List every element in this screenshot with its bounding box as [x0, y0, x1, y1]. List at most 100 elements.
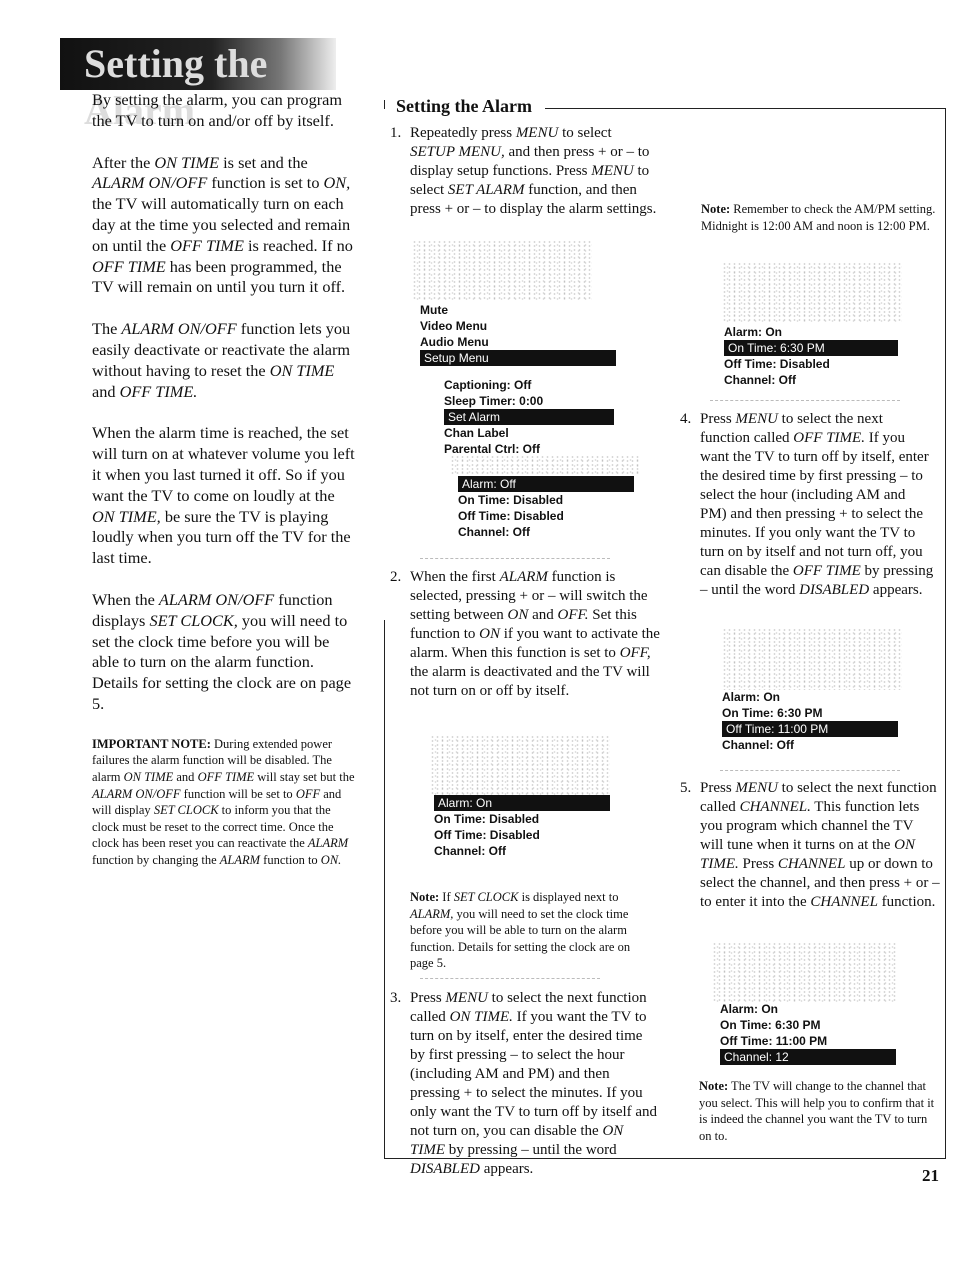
step-text: Press MENU to select the next function c…	[700, 779, 940, 912]
text-segment: Repeatedly press	[410, 125, 516, 141]
text-segment: is set and the	[219, 152, 308, 172]
text-segment: ALARM ON/OFF	[92, 173, 208, 193]
step-text: Repeatedly press MENU to select SETUP ME…	[410, 124, 660, 219]
text-segment: When the	[92, 589, 159, 609]
text-segment: By setting the alarm, you can program th…	[92, 90, 343, 130]
text-segment: ON	[507, 607, 529, 623]
menu-item: On Time: Disabled	[434, 812, 540, 826]
text-segment: ON,	[323, 173, 351, 193]
menu-item-selected: Set Alarm	[444, 409, 614, 425]
menu-item: Captioning: Off	[444, 378, 532, 392]
text-segment: DISABLED	[799, 582, 870, 598]
text-segment: SETUP MENU,	[410, 144, 505, 160]
text-segment: If	[439, 890, 454, 904]
menu-item: Video Menu	[420, 319, 488, 333]
menu-item: Channel: Off	[458, 525, 530, 539]
step-number: 3.	[390, 990, 402, 1006]
text-segment: will stay set but the	[254, 769, 355, 784]
step-number: 1.	[390, 125, 402, 141]
text-segment: MENU	[591, 163, 634, 179]
text-segment: function.	[877, 894, 936, 910]
intro-paragraph: By setting the alarm, you can program th…	[92, 90, 357, 132]
text-segment: and	[528, 607, 558, 623]
text-segment: function to	[260, 852, 321, 867]
text-segment: ALARM	[499, 569, 548, 585]
text-segment: When the first	[410, 569, 500, 585]
menu-item: Alarm: On	[720, 1002, 779, 1016]
step-5: 5. Press MENU to select the next function…	[680, 779, 940, 912]
text-segment: OFF TIME	[92, 256, 166, 276]
menu-item-selected: On Time: 6:30 PM	[724, 340, 898, 356]
text-segment: ALARM ON/OFF	[92, 786, 181, 801]
menu-item-selected: Alarm: On	[434, 795, 610, 811]
menu-item-selected: Off Time: 11:00 PM	[722, 721, 898, 737]
menu-item: Audio Menu	[420, 335, 489, 349]
note-am-pm: Note: Remember to check the AM/PM settin…	[701, 201, 936, 234]
menu-item: Off Time: 11:00 PM	[720, 1034, 828, 1048]
text-segment: Press	[738, 856, 778, 872]
text-segment: ON TIME	[123, 769, 174, 784]
text-segment: Press	[700, 411, 736, 427]
text-segment: OFF TIME	[792, 563, 861, 579]
step-4: 4. Press MENU to select the next function…	[680, 410, 935, 600]
screen-noise	[450, 455, 640, 475]
text-segment: SET ALARM	[447, 182, 525, 198]
text-segment: SET CLOCK	[153, 803, 219, 818]
screen-noise	[412, 240, 592, 300]
intro-paragraph: The ALARM ON/OFF function lets you easil…	[92, 319, 357, 402]
menu-item: Chan Label	[444, 426, 509, 440]
text-segment: ALARM	[307, 836, 349, 851]
text-segment: ON TIME	[269, 360, 335, 380]
text-segment: ON.	[320, 852, 342, 867]
menu-item-selected: Channel: 12	[720, 1049, 896, 1065]
text-segment: OFF TIME.	[793, 430, 865, 446]
text-segment: CHANNEL	[810, 894, 878, 910]
important-note: IMPORTANT NOTE: During extended power fa…	[92, 736, 357, 869]
screen-noise	[430, 735, 610, 795]
text-segment: After the	[92, 152, 155, 172]
text-segment: appears.	[480, 1161, 534, 1177]
text-segment: ALARM	[219, 852, 261, 867]
step-text: Press MENU to select the next function c…	[700, 410, 935, 600]
text-segment: ALARM ON/OFF	[158, 589, 275, 609]
text-segment: OFF.	[557, 607, 589, 623]
menu-item: Channel: Off	[722, 738, 794, 752]
text-segment: ON TIME,	[92, 506, 161, 526]
alarm-screen-on: Alarm: On On Time: Disabled Off Time: Disa…	[434, 795, 610, 859]
on-time-screen: Alarm: On On Time: 6:30 PM Off Time: Disab…	[724, 324, 898, 388]
intro-column: By setting the alarm, you can program th…	[92, 90, 357, 889]
menu-item: Off Time: Disabled	[458, 509, 564, 523]
text-segment: The	[92, 319, 122, 339]
menu-item: On Time: 6:30 PM	[720, 1018, 821, 1032]
note-set-clock: Note: If SET CLOCK is displayed next to …	[410, 889, 655, 972]
step-2: 2. When the first ALARM function is selec…	[390, 568, 660, 701]
menu-item: Channel: Off	[724, 373, 796, 387]
text-segment: SET CLOCK	[453, 890, 519, 904]
page-number: 21	[922, 1166, 939, 1185]
step-number: 5.	[680, 780, 692, 796]
text-segment: and	[173, 769, 198, 784]
section-title: Setting the Alarm	[396, 96, 532, 116]
document-page: { "page_title":"Setting the Alarm", "lef…	[0, 0, 954, 1267]
text-segment: CHANNEL.	[739, 799, 811, 815]
tv-menu-screen: Mute Video Menu Audio Menu Setup Menu	[420, 302, 616, 366]
menu-item: Off Time: Disabled	[724, 357, 830, 371]
menu-item-selected: Alarm: Off	[458, 476, 634, 492]
channel-screen: Alarm: On On Time: 6:30 PM Off Time: 11:00…	[720, 1001, 896, 1065]
text-segment: If you want the TV to turn off by itself…	[700, 430, 929, 579]
text-segment: Note:	[699, 1079, 729, 1093]
divider	[710, 400, 900, 401]
menu-item: Off Time: Disabled	[434, 828, 540, 842]
text-segment: function will be set to	[180, 786, 296, 801]
text-segment: OFF TIME.	[119, 381, 198, 401]
text-segment: MENU	[735, 411, 778, 427]
text-segment: Remember to check the AM/PM setting. Mid…	[701, 202, 936, 233]
text-segment: If you want the TV to turn on by itself,…	[410, 1009, 658, 1139]
menu-item: Alarm: On	[722, 690, 781, 704]
text-segment: MENU	[445, 990, 488, 1006]
text-segment: is displayed next to	[518, 890, 619, 904]
text-segment: ON TIME.	[449, 1009, 513, 1025]
intro-paragraph: When the ALARM ON/OFF function displays …	[92, 590, 357, 715]
screen-noise	[712, 942, 898, 1002]
text-segment: When the alarm time is reached, the set …	[92, 423, 355, 505]
